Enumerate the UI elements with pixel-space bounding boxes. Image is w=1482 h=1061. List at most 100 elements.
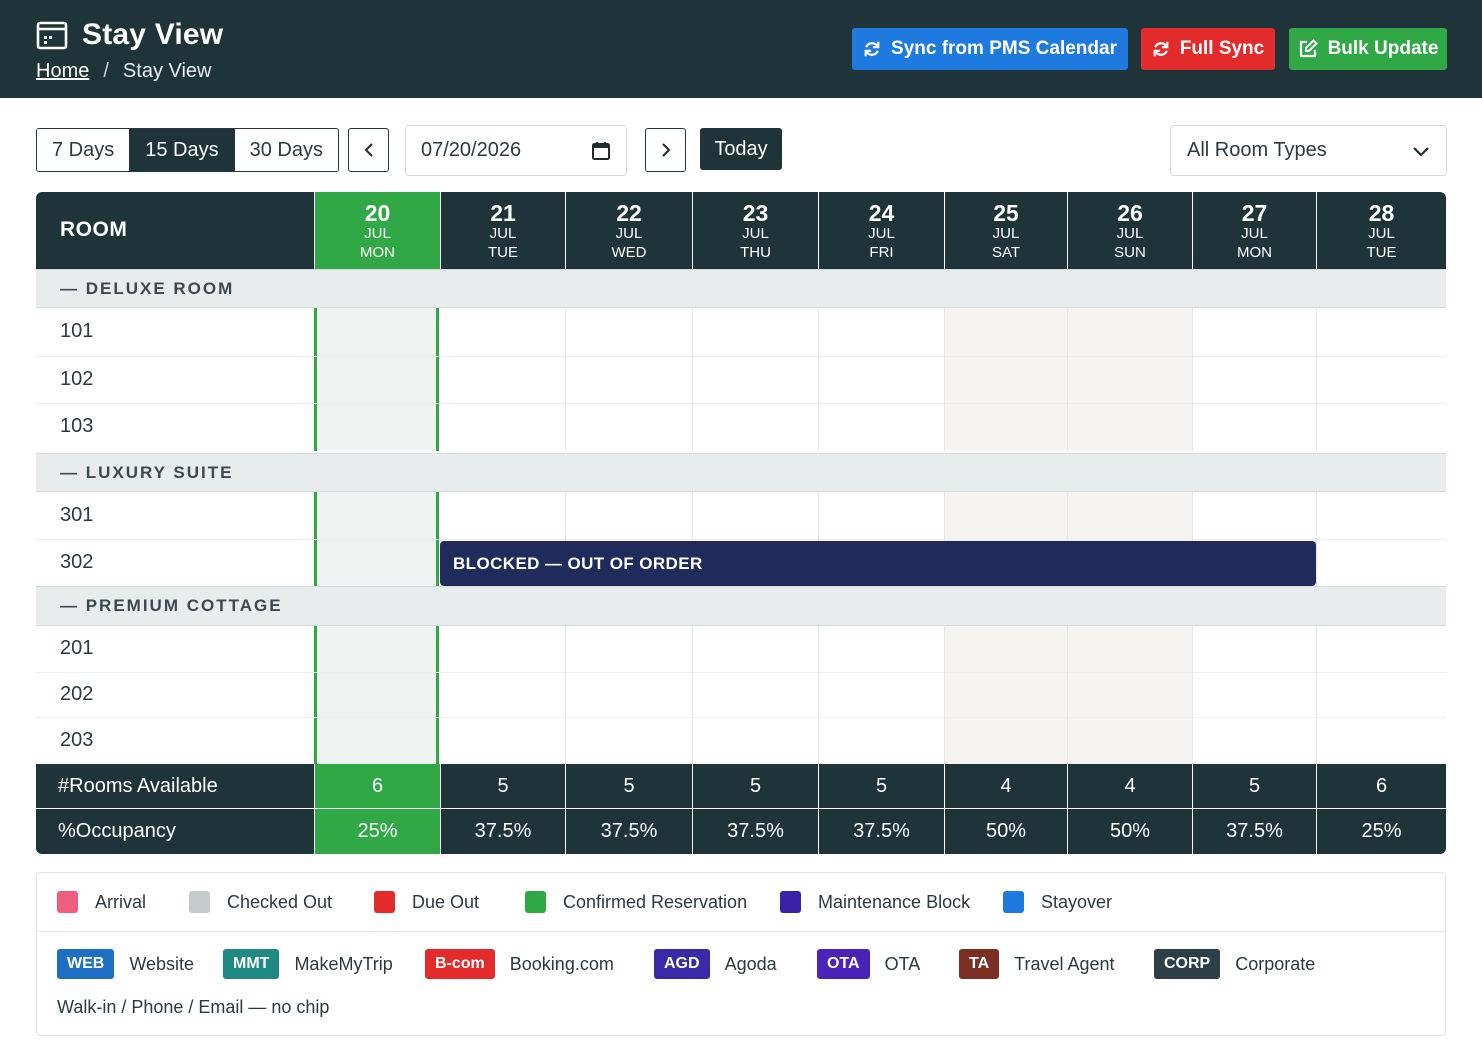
room-date-cell[interactable]: [1316, 492, 1446, 539]
channel-legend-item: WEB Website: [57, 949, 194, 979]
full-sync-label: Full Sync: [1179, 38, 1265, 59]
date-column-header[interactable]: 28 JUL TUE: [1316, 192, 1446, 269]
room-date-cell[interactable]: [818, 717, 944, 764]
range-30-days[interactable]: 30 Days: [233, 129, 338, 171]
room-date-cell[interactable]: [440, 492, 565, 539]
room-label[interactable]: 101: [60, 320, 93, 343]
room-label[interactable]: 302: [60, 551, 93, 574]
room-date-cell[interactable]: [1316, 308, 1446, 356]
date-column-header[interactable]: 25 JUL SAT: [944, 192, 1067, 269]
room-type-select[interactable]: All Room Types: [1170, 125, 1447, 176]
room-type-group-header[interactable]: — DELUXE ROOM: [36, 269, 1446, 308]
room-date-cell[interactable]: [1067, 672, 1192, 717]
room-date-cell[interactable]: [1316, 539, 1446, 586]
room-date-cell[interactable]: [818, 672, 944, 717]
date-column-header[interactable]: 27 JUL MON: [1192, 192, 1316, 269]
today-button[interactable]: Today: [700, 128, 782, 170]
room-date-cell[interactable]: [1192, 403, 1316, 451]
room-date-cell[interactable]: [565, 403, 692, 451]
breadcrumb-home-link[interactable]: Home: [36, 60, 89, 83]
range-7-days[interactable]: 7 Days: [37, 129, 130, 171]
room-date-cell[interactable]: [1067, 308, 1192, 356]
room-date-cell[interactable]: [565, 626, 692, 672]
room-date-cell[interactable]: [818, 356, 944, 403]
room-date-cell[interactable]: [944, 308, 1067, 356]
room-date-cell[interactable]: [692, 626, 818, 672]
room-date-cell[interactable]: [944, 492, 1067, 539]
room-date-cell[interactable]: [818, 308, 944, 356]
room-date-cell[interactable]: [1067, 492, 1192, 539]
date-column-header[interactable]: 20 JUL MON: [314, 192, 440, 269]
room-date-cell[interactable]: [565, 672, 692, 717]
grid-header: ROOM 20 JUL MON 21 JUL TUE 22 JUL WED 23 JUL THU 24 J…: [36, 192, 1446, 269]
room-date-cell[interactable]: [440, 626, 565, 672]
next-date-button[interactable]: [645, 128, 686, 172]
room-date-cell[interactable]: [1192, 308, 1316, 356]
room-date-cell[interactable]: [440, 672, 565, 717]
room-date-cell[interactable]: [944, 717, 1067, 764]
date-column-header[interactable]: 22 JUL WED: [565, 192, 692, 269]
date-column-header[interactable]: 23 JUL THU: [692, 192, 818, 269]
room-date-cell[interactable]: [1316, 356, 1446, 403]
room-label[interactable]: 203: [60, 729, 93, 752]
bulk-update-button[interactable]: Bulk Update: [1289, 28, 1447, 70]
room-date-cell[interactable]: [692, 356, 818, 403]
room-date-cell[interactable]: [440, 403, 565, 451]
room-type-group-header[interactable]: — PREMIUM COTTAGE: [36, 586, 1446, 626]
calendar-icon: [592, 141, 610, 160]
room-date-cell[interactable]: [818, 492, 944, 539]
full-sync-button[interactable]: Full Sync: [1141, 28, 1275, 70]
status-legend-item: Confirmed Reservation: [525, 891, 747, 913]
today-column-highlight: [314, 308, 439, 451]
room-date-cell[interactable]: [1067, 717, 1192, 764]
room-date-cell[interactable]: [692, 672, 818, 717]
occupancy-cell: 25%: [1316, 809, 1446, 854]
room-label[interactable]: 301: [60, 504, 93, 527]
prev-date-button[interactable]: [348, 128, 389, 172]
room-date-cell[interactable]: [818, 403, 944, 451]
room-date-cell[interactable]: [1192, 672, 1316, 717]
channel-label: Website: [129, 953, 195, 974]
room-date-cell[interactable]: [1067, 626, 1192, 672]
date-column-header[interactable]: 21 JUL TUE: [440, 192, 565, 269]
maintenance-block-bar[interactable]: BLOCKED — OUT OF ORDER: [440, 541, 1316, 586]
range-15-days[interactable]: 15 Days: [129, 129, 234, 171]
room-date-cell[interactable]: [944, 356, 1067, 403]
room-label[interactable]: 103: [60, 415, 93, 438]
room-date-cell[interactable]: [565, 308, 692, 356]
room-date-cell[interactable]: [1067, 403, 1192, 451]
room-date-cell[interactable]: [1192, 626, 1316, 672]
room-label[interactable]: 202: [60, 683, 93, 706]
date-column-header[interactable]: 24 JUL FRI: [818, 192, 944, 269]
room-date-cell[interactable]: [1192, 356, 1316, 403]
room-date-cell[interactable]: [440, 717, 565, 764]
room-date-cell[interactable]: [565, 717, 692, 764]
room-label[interactable]: 201: [60, 637, 93, 660]
room-date-cell[interactable]: [944, 672, 1067, 717]
breadcrumb: Home / Stay View: [36, 60, 223, 83]
room-date-cell[interactable]: [692, 403, 818, 451]
room-date-cell[interactable]: [692, 308, 818, 356]
room-date-cell[interactable]: [1067, 356, 1192, 403]
room-date-cell[interactable]: [1316, 403, 1446, 451]
room-date-cell[interactable]: [565, 492, 692, 539]
room-date-cell[interactable]: [440, 308, 565, 356]
room-date-cell[interactable]: [944, 403, 1067, 451]
chevron-down-icon: [1413, 146, 1429, 157]
room-date-cell[interactable]: [1192, 492, 1316, 539]
room-date-cell[interactable]: [692, 717, 818, 764]
room-date-cell[interactable]: [1316, 717, 1446, 764]
room-date-cell[interactable]: [692, 492, 818, 539]
room-date-cell[interactable]: [1316, 626, 1446, 672]
room-date-cell[interactable]: [818, 626, 944, 672]
date-picker[interactable]: 07/20/2026: [405, 125, 627, 176]
room-date-cell[interactable]: [565, 356, 692, 403]
room-date-cell[interactable]: [1316, 672, 1446, 717]
room-label[interactable]: 102: [60, 368, 93, 391]
room-date-cell[interactable]: [1192, 717, 1316, 764]
date-column-header[interactable]: 26 JUL SUN: [1067, 192, 1192, 269]
room-date-cell[interactable]: [944, 626, 1067, 672]
sync-pms-button[interactable]: Sync from PMS Calendar: [852, 28, 1128, 70]
room-date-cell[interactable]: [440, 356, 565, 403]
room-type-group-header[interactable]: — LUXURY SUITE: [36, 453, 1446, 492]
